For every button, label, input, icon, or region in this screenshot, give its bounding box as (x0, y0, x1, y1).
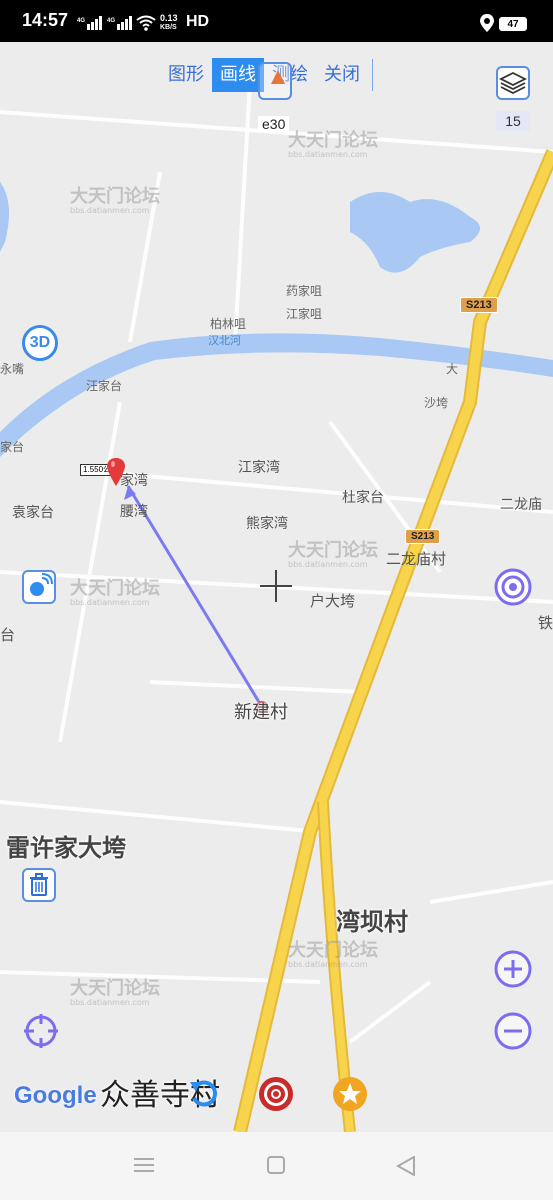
watermark-url: bbs.datianmen.com (70, 206, 150, 215)
menu-icon[interactable] (134, 1156, 154, 1174)
target-icon (494, 568, 532, 606)
watermark: 大天门论坛 bbs.datianmen.com (70, 580, 160, 610)
place-label: 江家湾 (238, 460, 280, 476)
toolbar-icon-button[interactable] (258, 62, 292, 100)
record-icon (259, 1077, 293, 1111)
locate-button[interactable] (22, 1012, 60, 1054)
undo-button[interactable] (186, 1076, 222, 1116)
watermark: 大天门论坛 bbs.datianmen.com (70, 188, 160, 218)
map-view[interactable]: 大天门论坛 bbs.datianmen.com 大天门论坛 bbs.datian… (0, 42, 553, 1132)
layers-icon (498, 71, 528, 95)
home-icon[interactable] (267, 1156, 285, 1174)
locate-icon (24, 1014, 58, 1048)
back-icon[interactable] (396, 1156, 416, 1176)
zoom-in-button[interactable] (494, 950, 532, 992)
place-label: 雷许家大垮 (6, 834, 126, 862)
river-label: 汉北河 (208, 334, 241, 347)
star-icon (333, 1077, 367, 1111)
zoom-out-icon (494, 1012, 532, 1050)
watermark: 大天门论坛 bbs.datianmen.com (70, 980, 160, 1010)
watermark: 大天门论坛 bbs.datianmen.com (288, 942, 378, 972)
watermark: 大天门论坛 bbs.datianmen.com (288, 542, 378, 572)
place-label: 二龙庙 (500, 497, 542, 513)
measure-label: e30 (258, 116, 290, 132)
place-label: 汪家台 (86, 379, 123, 393)
place-label: 沙垮 (424, 396, 449, 410)
place-label: 台 (0, 626, 16, 644)
map-pin-icon[interactable] (107, 458, 125, 486)
location-icon (480, 14, 494, 32)
place-label: 家台 (0, 440, 25, 454)
satellite-button[interactable] (22, 570, 56, 604)
place-label: 二龙庙村 (386, 550, 447, 568)
tab-shape[interactable]: 图形 (160, 58, 212, 92)
network-speed-value: 0.13 (160, 13, 178, 23)
3d-icon: 3D (29, 334, 51, 351)
favorite-button[interactable] (332, 1076, 368, 1116)
place-label: 湾坝村 (336, 908, 408, 936)
place-label: 大 (446, 362, 459, 376)
place-label: 江家咀 (286, 307, 323, 321)
hd-indicator: HD (186, 13, 210, 30)
trash-icon (30, 873, 48, 896)
crosshair-icon (260, 570, 292, 602)
watermark: 大天门论坛 bbs.datianmen.com (288, 132, 378, 162)
place-label: 袁家台 (12, 505, 54, 521)
lake (350, 192, 480, 273)
place-label: 药家咀 (286, 284, 323, 298)
satellite-icon (30, 573, 53, 596)
place-label: 铁 (538, 614, 553, 632)
place-label: 永嘴 (0, 362, 25, 376)
battery-indicator: 47 (499, 17, 527, 31)
watermark-url: bbs.datianmen.com (288, 150, 368, 159)
wifi-icon (136, 15, 156, 31)
watermark-url: bbs.datianmen.com (288, 560, 368, 569)
3d-button[interactable]: 3D (22, 325, 58, 361)
place-label: 户大垮 (310, 592, 356, 610)
toolbar-divider (372, 59, 373, 91)
layers-button[interactable] (496, 66, 530, 100)
road-shield: S213 (405, 529, 441, 544)
watermark-url: bbs.datianmen.com (70, 598, 150, 607)
place-label: 新建村 (234, 702, 288, 723)
zoom-in-icon (494, 950, 532, 988)
network-speed: 0.13 KB/S (160, 14, 178, 32)
signal-icon: 4G 4G (77, 16, 132, 30)
watermark-url: bbs.datianmen.com (288, 960, 368, 969)
road-shield: S213 (460, 297, 498, 313)
zoom-out-button[interactable] (494, 1012, 532, 1054)
tab-draw-line[interactable]: 画线 (212, 58, 264, 92)
triangle-icon (271, 70, 285, 84)
svg-text:4G: 4G (77, 18, 85, 24)
record-button[interactable] (258, 1076, 294, 1116)
undo-icon (190, 1080, 218, 1107)
place-label: 杜家台 (342, 490, 384, 506)
target-button[interactable] (494, 568, 532, 606)
system-nav-bar (0, 1132, 553, 1200)
status-time: 14:57 (22, 10, 69, 30)
status-bar: 14:57 4G 4G 0.13 KB/S HD 47 (0, 0, 553, 42)
trash-button[interactable] (22, 868, 56, 902)
tab-close[interactable]: 关闭 (316, 58, 368, 92)
watermark-url: bbs.datianmen.com (70, 998, 150, 1007)
zoom-level-badge: 15 (496, 111, 530, 131)
network-speed-unit: KB/S (160, 24, 177, 31)
place-label: 柏林咀 (210, 317, 247, 331)
place-label: 熊家湾 (246, 516, 288, 532)
svg-text:4G: 4G (107, 18, 115, 24)
google-logo: Google (14, 1082, 97, 1109)
place-label: 腰湾 (120, 504, 148, 520)
